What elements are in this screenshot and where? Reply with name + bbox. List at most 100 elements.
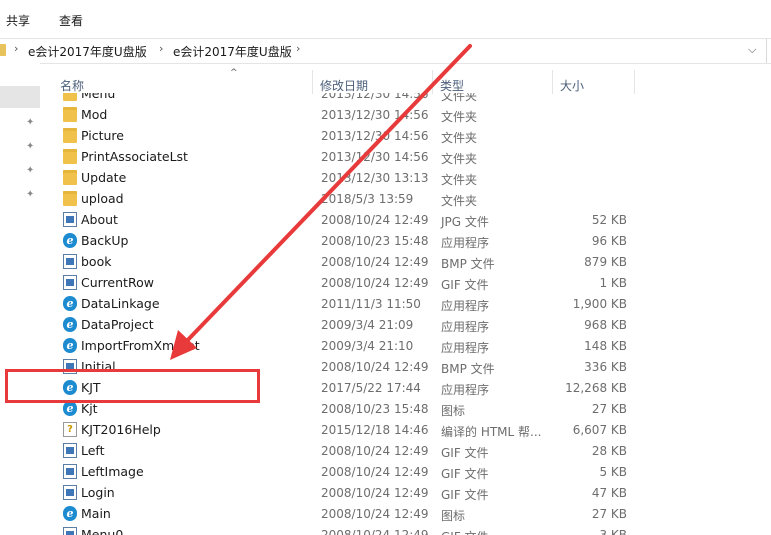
file-size: 96 KB [591,234,627,248]
breadcrumb-item[interactable]: e会计2017年度U盘版 [173,43,292,60]
app-icon: e [63,506,77,521]
file-size: 5 KB [599,465,627,479]
file-size: 47 KB [591,486,627,500]
file-size: 27 KB [591,402,627,416]
file-type: 应用程序 [441,383,490,397]
folder-icon [63,128,77,143]
file-row[interactable]: About 2008/10/24 12:49 JPG 文件 52 KB [50,209,650,230]
file-name: LeftImage [81,464,144,479]
column-divider[interactable] [552,70,553,94]
file-size: 1,900 KB [572,297,627,311]
file-name: DataProject [81,317,154,332]
file-row[interactable]: CurrentRow 2008/10/24 12:49 GIF 文件 1 KB [50,272,650,293]
file-type: 应用程序 [441,299,490,313]
file-name: book [81,254,112,269]
pin-icon[interactable]: ✦ [26,118,36,128]
file-type: 文件夹 [441,173,478,187]
file-row[interactable]: e ImportFromXmlNet 2009/3/4 21:10 应用程序 148 K… [50,335,650,356]
file-name: Menu [81,93,116,101]
file-row[interactable]: Menu 2013/12/30 14:56 文件夹 [50,93,650,104]
file-row[interactable]: ? KJT2016Help 2015/12/18 14:46 编译的 HTML 帮..… [50,419,650,440]
file-type: 图标 [441,509,466,523]
file-list: Menu 2013/12/30 14:56 文件夹 Mod 2013/12/30 14:… [50,93,650,535]
nav-selected-item[interactable] [0,86,40,108]
file-size: 968 KB [584,318,627,332]
file-row[interactable]: Mod 2013/12/30 14:56 文件夹 [50,104,650,125]
file-date: 2008/10/24 12:49 [321,507,429,521]
file-date: 2008/10/24 12:49 [321,528,429,535]
file-date: 2013/12/30 14:56 [321,108,429,122]
chevron-right-icon[interactable]: › [159,42,163,55]
file-row[interactable]: e Main 2008/10/24 12:49 图标 27 KB [50,503,650,524]
column-divider[interactable] [432,70,433,94]
folder-icon [63,93,77,101]
file-row[interactable]: book 2008/10/24 12:49 BMP 文件 879 KB [50,251,650,272]
column-type[interactable]: 类型 [440,77,464,94]
file-type: GIF 文件 [441,528,489,535]
file-row[interactable]: Left 2008/10/24 12:49 GIF 文件 28 KB [50,440,650,461]
file-date: 2017/5/22 17:44 [321,381,421,395]
chevron-down-icon[interactable]: ⌵ [748,43,756,57]
file-type: GIF 文件 [441,488,489,502]
tab-view[interactable]: 查看 [59,12,83,29]
file-type: 文件夹 [441,131,478,145]
file-type: 应用程序 [441,236,490,250]
file-date: 2009/3/4 21:10 [321,339,414,353]
column-divider[interactable] [634,70,635,94]
file-name: Main [81,506,111,521]
pin-icon[interactable]: ✦ [26,166,36,176]
file-row[interactable]: upload 2018/5/3 13:59 文件夹 [50,188,650,209]
chevron-right-icon[interactable]: › [296,42,300,55]
file-size: 148 KB [584,339,627,353]
file-type: BMP 文件 [441,257,495,271]
file-date: 2013/12/30 14:56 [321,129,429,143]
file-type: 编译的 HTML 帮... [441,425,542,439]
file-row[interactable]: e BackUp 2008/10/23 15:48 应用程序 96 KB [50,230,650,251]
file-size: 1 KB [599,276,627,290]
file-name: Picture [81,128,124,143]
file-type: GIF 文件 [441,467,489,481]
file-name: About [81,212,118,227]
address-bar[interactable]: › e会计2017年度U盘版 › e会计2017年度U盘版 › ⌵ [0,38,771,64]
file-type: BMP 文件 [441,362,495,376]
column-size[interactable]: 大小 [560,77,584,94]
folder-icon [63,149,77,164]
file-row[interactable]: Login 2008/10/24 12:49 GIF 文件 47 KB [50,482,650,503]
folder-icon [63,191,77,206]
pin-icon[interactable]: ✦ [26,142,36,152]
file-date: 2008/10/24 12:49 [321,360,429,374]
image-file-icon [63,212,77,227]
file-type: GIF 文件 [441,446,489,460]
file-date: 2013/12/30 14:56 [321,93,429,101]
image-file-icon [63,275,77,290]
file-row[interactable]: e DataLinkage 2011/11/3 11:50 应用程序 1,900 KB [50,293,650,314]
file-size: 336 KB [584,360,627,374]
column-divider[interactable] [312,70,313,94]
file-row[interactable]: Picture 2013/12/30 14:56 文件夹 [50,125,650,146]
folder-icon [0,44,6,56]
app-icon: e [63,296,77,311]
file-row[interactable]: Update 2013/12/30 13:13 文件夹 [50,167,650,188]
file-row[interactable]: LeftImage 2008/10/24 12:49 GIF 文件 5 KB [50,461,650,482]
chevron-right-icon[interactable]: › [14,42,18,55]
column-name[interactable]: 名称 [60,77,84,94]
breadcrumb-item[interactable]: e会计2017年度U盘版 [28,43,147,60]
file-row[interactable]: e DataProject 2009/3/4 21:09 应用程序 968 KB [50,314,650,335]
file-size: 6,607 KB [572,423,627,437]
app-icon: e [63,401,77,416]
navigation-pane[interactable]: ✦ ✦ ✦ ✦ [0,63,40,535]
column-modified[interactable]: 修改日期 [320,77,368,94]
file-type: 应用程序 [441,341,490,355]
file-row[interactable]: PrintAssociateLst 2013/12/30 14:56 文件夹 [50,146,650,167]
file-name: ImportFromXmlNet [81,338,200,353]
app-icon: e [63,317,77,332]
file-row[interactable]: Menu0 2008/10/24 12:49 GIF 文件 3 KB [50,524,650,535]
file-date: 2008/10/23 15:48 [321,234,429,248]
pin-icon[interactable]: ✦ [26,190,36,200]
file-name: Left [81,443,105,458]
image-file-icon [63,254,77,269]
help-file-icon: ? [63,422,77,437]
tab-share[interactable]: 共享 [6,12,30,29]
file-date: 2015/12/18 14:46 [321,423,429,437]
file-date: 2008/10/24 12:49 [321,486,429,500]
